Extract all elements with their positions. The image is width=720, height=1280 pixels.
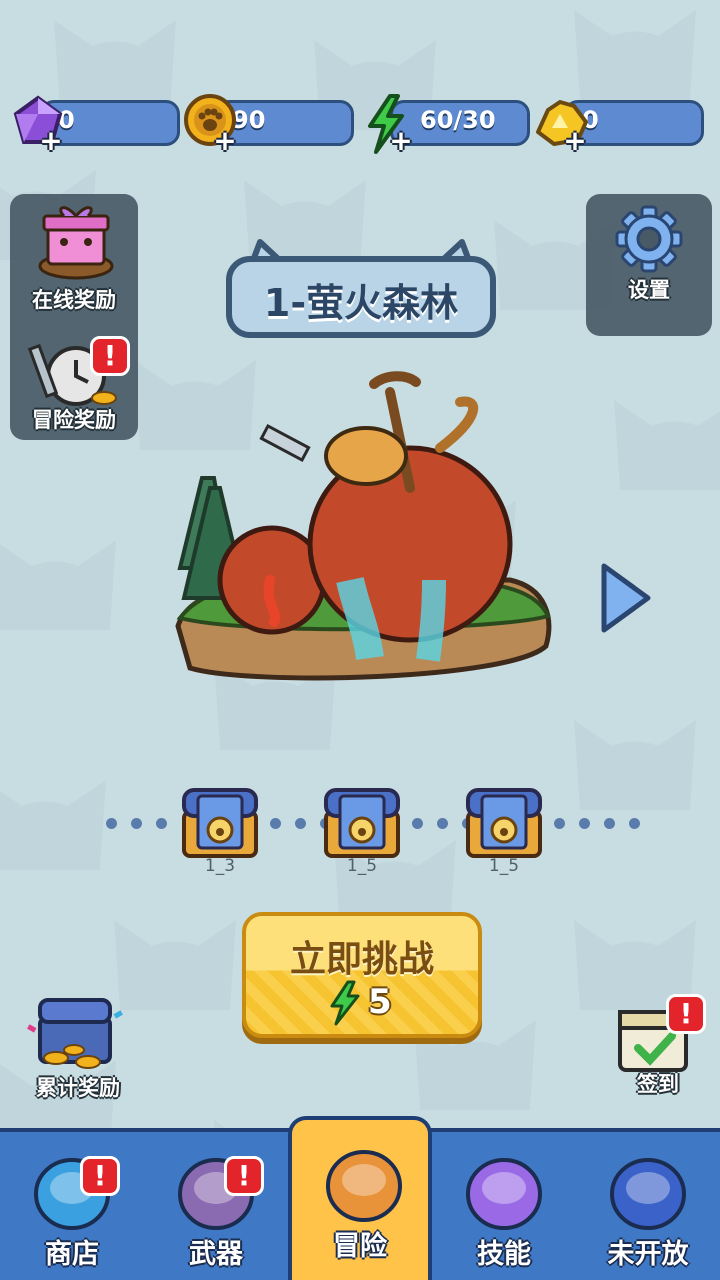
nav-label: 商店 — [45, 1239, 99, 1270]
nav-tab-cat-warrior[interactable]: 冒险 — [288, 1116, 432, 1280]
milestone-chest[interactable] — [460, 782, 548, 862]
sign-in-label: 签到 — [637, 1072, 679, 1096]
progress-dots — [106, 818, 167, 830]
add-energy-icon[interactable]: + — [388, 127, 414, 155]
chest-icon — [466, 788, 542, 858]
sign-in-button[interactable]: ! 签到 — [606, 994, 710, 1098]
energy-value: 60/30 — [420, 106, 496, 134]
add-gold-icon[interactable]: + — [562, 127, 588, 155]
settings-label: 设置 — [628, 278, 670, 302]
adventure-reward-button[interactable]: ! 冒险奖励 — [14, 330, 134, 434]
nav-alert-badge: ! — [80, 1156, 120, 1196]
online-reward-button[interactable]: 在线奖励 — [14, 200, 134, 314]
progress-dots — [554, 818, 640, 830]
nav-tab-shop[interactable]: 商店! — [0, 1128, 144, 1280]
nav-alert-badge: ! — [224, 1156, 264, 1196]
cat-silhouette-icon — [560, 700, 710, 820]
adventure-reward-label: 冒险奖励 — [32, 408, 116, 432]
challenge-label: 立即挑战 — [289, 939, 434, 980]
milestone-label: 1_5 — [346, 856, 378, 876]
cat-silhouette-icon — [0, 760, 120, 880]
cumulative-reward-button[interactable]: 累计奖励 — [18, 992, 138, 1102]
cat-warrior-icon — [326, 1150, 402, 1222]
skill-orb-icon — [466, 1158, 542, 1230]
chest-icon — [182, 788, 258, 858]
milestone-chest[interactable] — [176, 782, 264, 862]
nav-label: 冒险 — [333, 1231, 387, 1262]
add-gem-icon[interactable]: + — [38, 127, 64, 155]
nav-label: 技能 — [477, 1239, 531, 1270]
cat-silhouette-icon — [600, 380, 720, 500]
nav-tab-skill-orb[interactable]: 技能 — [432, 1128, 576, 1280]
add-coin-icon[interactable]: + — [212, 127, 238, 155]
nav-tab-weapon[interactable]: 武器! — [144, 1128, 288, 1280]
cat-silhouette-icon — [0, 520, 130, 640]
nav-label: 未开放 — [607, 1239, 689, 1270]
milestone-chest[interactable] — [318, 782, 406, 862]
level-island-illustration[interactable] — [170, 368, 560, 698]
milestone-label: 1_3 — [204, 856, 236, 876]
nav-tab-locked[interactable]: 未开放 — [576, 1128, 720, 1280]
challenge-button[interactable]: 立即挑战 5 — [242, 912, 482, 1038]
level-title: 1-萤火森林 — [263, 281, 459, 325]
treasure-chest-icon — [27, 998, 123, 1069]
energy-cost-icon — [330, 980, 360, 1026]
next-level-arrow-icon[interactable] — [598, 560, 654, 636]
gift-box-icon — [38, 206, 114, 280]
cumulative-reward-label: 累计奖励 — [36, 1076, 120, 1100]
gear-icon — [615, 205, 683, 273]
level-title-plate: 1-萤火森林 — [226, 238, 496, 340]
online-reward-label: 在线奖励 — [32, 288, 116, 312]
milestone-label: 1_5 — [488, 856, 520, 876]
nav-label: 武器 — [189, 1239, 243, 1270]
adventure-reward-badge: ! — [90, 336, 130, 376]
challenge-energy-cost: 5 — [368, 982, 392, 1022]
chest-icon — [324, 788, 400, 858]
locked-icon — [610, 1158, 686, 1230]
settings-button[interactable]: 设置 — [590, 200, 708, 304]
sign-in-badge: ! — [666, 994, 706, 1034]
